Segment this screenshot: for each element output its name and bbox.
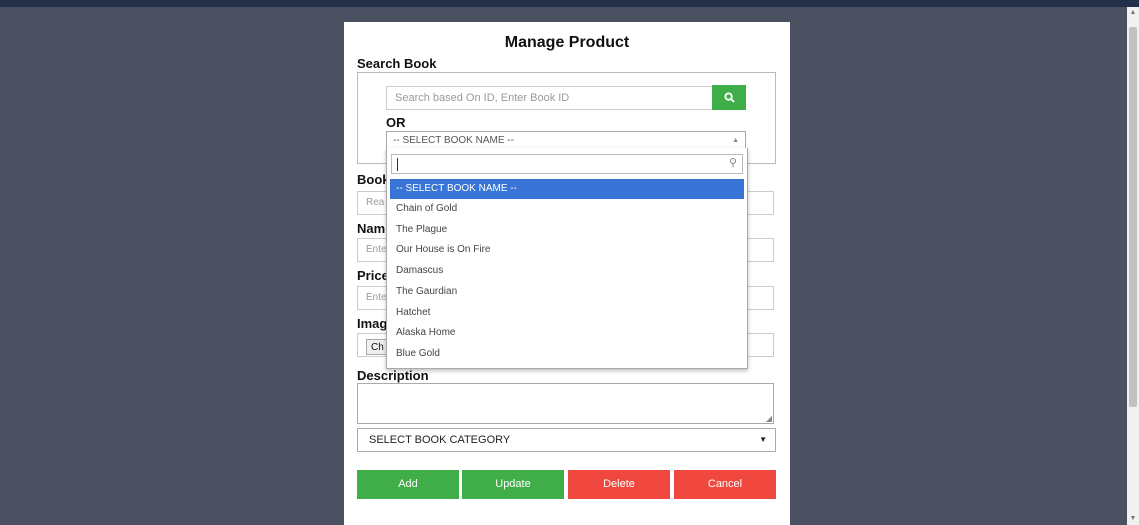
book-category-select[interactable]: SELECT BOOK CATEGORY ▼ [357,428,776,452]
chevron-down-icon: ▼ [759,435,767,444]
text-caret [397,158,398,171]
book-name-dropdown: ⚲ -- SELECT BOOK NAME -- Chain of Gold T… [386,148,748,369]
scroll-up-icon[interactable]: ▲ [1127,7,1139,19]
scrollbar-thumb[interactable] [1129,27,1137,407]
dropdown-search-input[interactable]: ⚲ [391,154,743,174]
description-label: Description [357,368,429,383]
top-bar [0,0,1139,7]
book-id-search-input[interactable]: Search based On ID, Enter Book ID [386,86,717,110]
or-label: OR [386,115,406,130]
book-option[interactable]: Hatchet [390,303,744,323]
book-name-select[interactable]: -- SELECT BOOK NAME -- ▲ [386,131,746,149]
description-textarea[interactable]: ◢ [357,383,774,424]
delete-button[interactable]: Delete [568,470,670,499]
price-label: Price [357,268,389,283]
book-option[interactable]: The Plague [390,220,744,240]
book-id-label: Book [357,172,390,187]
book-option[interactable]: The Gaurdian [390,282,744,302]
update-button[interactable]: Update [462,470,564,499]
add-button[interactable]: Add [357,470,459,499]
page-title: Manage Product [504,34,630,51]
book-category-value: SELECT BOOK CATEGORY [369,434,511,446]
vertical-scrollbar[interactable]: ▲ ▼ [1127,7,1139,525]
name-label: Nam [357,221,386,236]
book-option[interactable]: Damascus [390,261,744,281]
book-option[interactable]: Chain of Gold [390,199,744,219]
resize-grip-icon[interactable]: ◢ [766,414,772,423]
book-option[interactable]: -- SELECT BOOK NAME -- [390,179,744,199]
book-name-select-value: -- SELECT BOOK NAME -- [393,135,514,146]
book-option[interactable]: Blue Gold [390,344,744,364]
search-button[interactable] [712,85,746,110]
cancel-button[interactable]: Cancel [674,470,776,499]
image-label: Imag [357,316,388,331]
search-icon [723,92,735,103]
scroll-down-icon[interactable]: ▼ [1127,513,1139,525]
book-option[interactable]: Alaska Home [390,323,744,343]
search-book-label: Search Book [357,56,437,71]
search-icon: ⚲ [728,157,737,169]
book-option[interactable]: Our House is On Fire [390,240,744,260]
